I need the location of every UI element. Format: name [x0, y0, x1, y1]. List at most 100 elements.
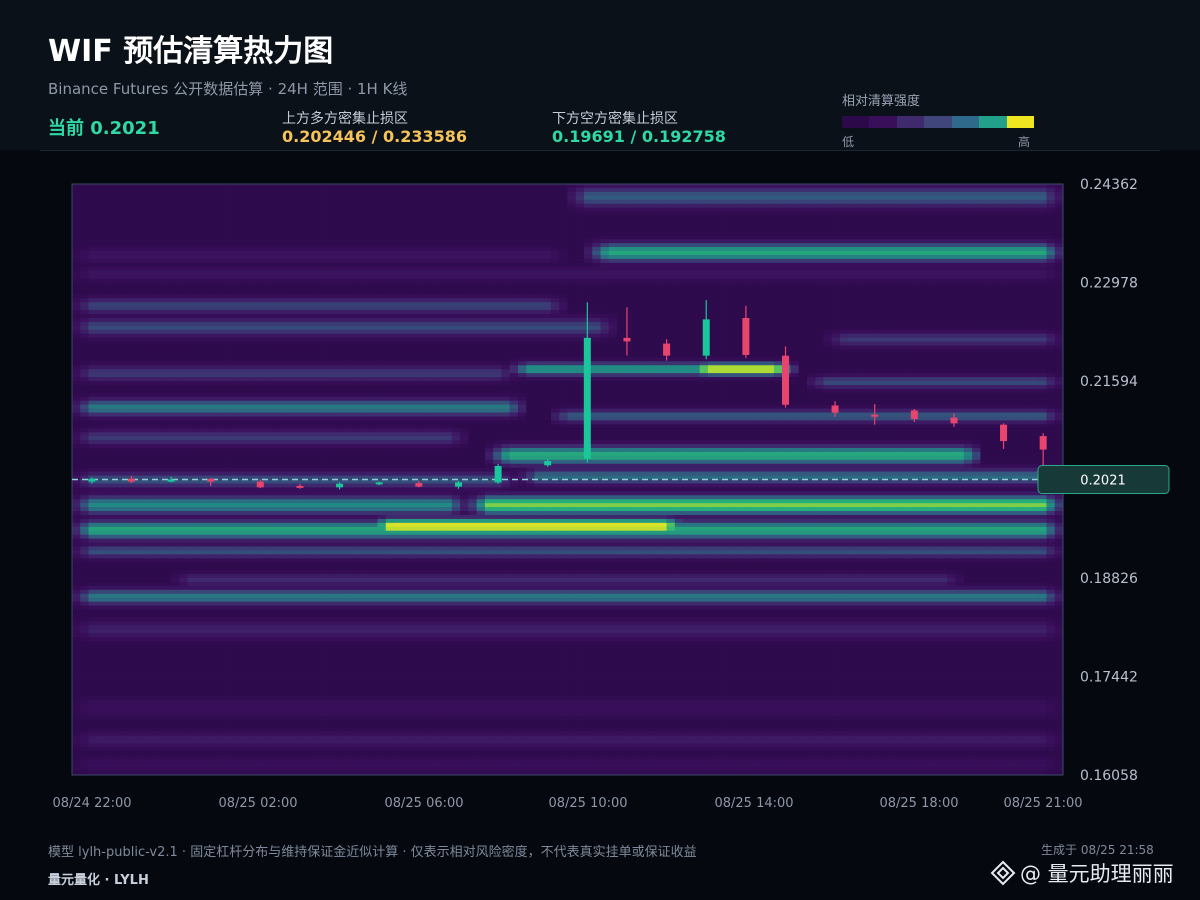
heat-cell	[121, 258, 131, 264]
heat-cell	[129, 629, 139, 634]
heat-cell	[154, 365, 164, 370]
heat-cell	[319, 601, 329, 607]
heat-cell	[146, 203, 156, 209]
heat-cell	[171, 656, 180, 662]
heat-cell	[204, 381, 213, 386]
heat-cell	[162, 408, 172, 414]
heat-cell	[319, 290, 329, 295]
heat-cell	[187, 617, 197, 622]
heat-cell	[319, 235, 329, 240]
heat-cell	[253, 388, 263, 394]
heat-cell	[245, 329, 255, 335]
heat-cell	[328, 711, 337, 717]
heat-cell	[179, 290, 189, 295]
heat-cell	[113, 660, 123, 666]
heat-cell	[311, 759, 321, 764]
heat-cell	[121, 755, 131, 760]
heat-cell	[228, 463, 238, 469]
heat-cell	[237, 290, 247, 295]
heat-cell	[212, 211, 222, 217]
heat-cell	[328, 652, 337, 658]
heat-cell	[278, 262, 288, 268]
heat-cell	[105, 597, 114, 603]
heat-cell	[162, 353, 172, 358]
heat-cell	[228, 483, 238, 488]
heat-cell	[121, 432, 131, 437]
heat-cell	[146, 459, 156, 465]
heat-cell	[204, 243, 213, 248]
heat-cell	[261, 621, 271, 626]
heat-cell	[261, 668, 271, 674]
heat-cell	[121, 514, 131, 520]
heat-cell	[195, 621, 205, 626]
heat-cell	[113, 574, 123, 579]
heat-cell	[237, 215, 247, 221]
heat-cell	[72, 676, 81, 682]
heat-cell	[237, 333, 247, 339]
heat-cell	[294, 589, 304, 595]
heat-cell	[129, 581, 139, 587]
heat-cell	[96, 471, 106, 477]
heat-cell	[270, 727, 280, 733]
heat-cell	[278, 684, 288, 689]
heat-cell	[121, 471, 131, 477]
heat-cell	[146, 487, 156, 492]
heat-cell	[212, 436, 222, 441]
heat-cell	[195, 664, 205, 670]
heat-cell	[220, 637, 230, 642]
heat-cell	[270, 412, 280, 418]
heat-cell	[204, 530, 213, 536]
heat-cell	[270, 314, 280, 319]
heat-cell	[336, 763, 346, 768]
heat-cell	[121, 704, 131, 709]
heat-cell	[253, 491, 263, 496]
heat-cell	[253, 585, 263, 591]
heat-cell	[171, 605, 180, 611]
heat-cell	[204, 546, 213, 552]
heat-cell	[146, 739, 156, 745]
heat-cell	[105, 424, 114, 429]
heat-cell	[303, 471, 313, 477]
heat-cell	[286, 377, 296, 382]
heat-cell	[228, 621, 238, 626]
heat-cell	[154, 538, 164, 544]
heat-cell	[154, 648, 164, 654]
heat-cell	[336, 420, 346, 425]
heat-cell	[187, 499, 197, 504]
heat-cell	[212, 440, 222, 445]
heat-cell	[195, 483, 205, 488]
heat-cell	[146, 270, 156, 276]
heat-cell	[212, 231, 222, 236]
heat-cell	[278, 708, 288, 713]
heat-cell	[220, 396, 230, 402]
heat-cell	[113, 735, 123, 741]
heat-cell	[121, 467, 131, 473]
heat-cell	[294, 381, 304, 386]
heat-cell	[212, 321, 222, 327]
heat-cell	[113, 562, 123, 567]
heat-cell	[138, 199, 147, 205]
heat-cell	[212, 601, 222, 607]
heat-cell	[80, 554, 90, 559]
heat-cell	[278, 530, 288, 536]
heat-cell	[319, 503, 329, 508]
heat-cell	[138, 258, 147, 264]
heat-cell	[294, 361, 304, 366]
heat-cell	[245, 648, 255, 654]
heat-cell	[303, 574, 313, 579]
heat-cell	[311, 723, 321, 729]
heat-cell	[294, 294, 304, 299]
heat-cell	[228, 235, 238, 240]
heat-cell	[245, 235, 255, 240]
heat-cell	[270, 223, 280, 228]
heat-cell	[138, 609, 147, 615]
heat-cell	[72, 451, 81, 457]
heat-cell	[171, 597, 180, 603]
heat-cell	[171, 637, 180, 642]
heat-cell	[179, 302, 189, 307]
heat-cell	[261, 518, 271, 524]
heat-cell	[303, 333, 313, 339]
heat-cell	[105, 294, 114, 299]
heat-cell	[261, 447, 271, 453]
heat-cell	[303, 668, 313, 674]
